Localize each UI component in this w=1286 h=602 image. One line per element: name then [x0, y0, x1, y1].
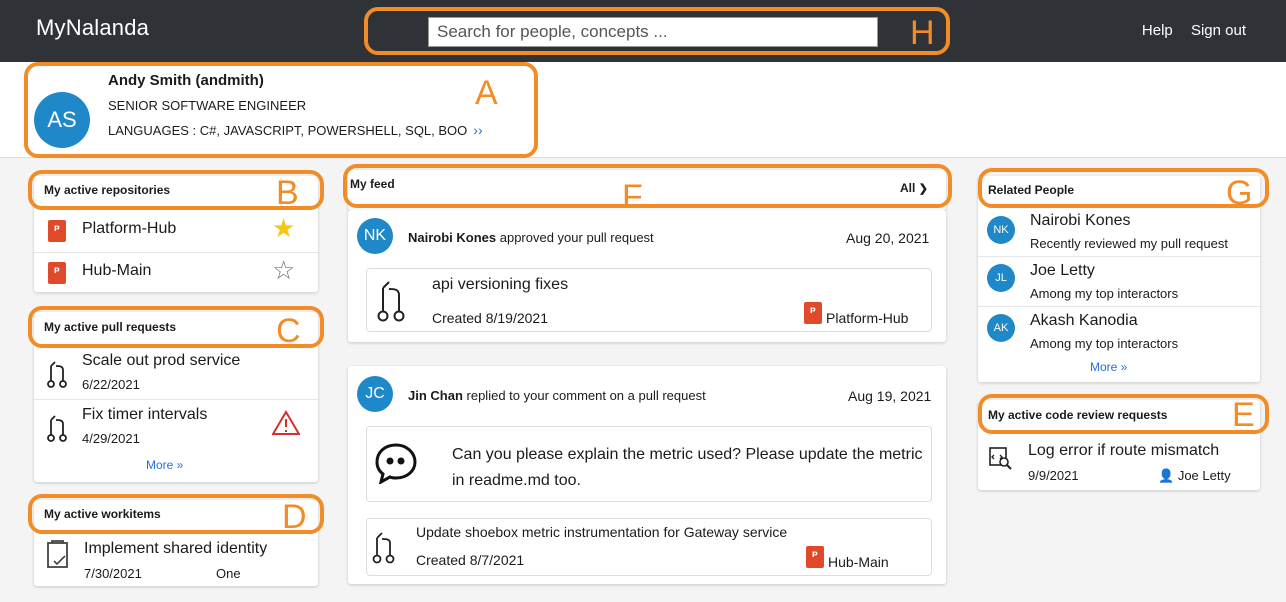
repo-icon: ᵖ: [804, 302, 822, 324]
person-name[interactable]: Joe Letty: [1030, 262, 1095, 280]
repo-icon: ᵖ: [806, 546, 824, 568]
pull-request-icon: [372, 532, 395, 564]
divider: [34, 252, 318, 253]
profile-avatar: AS: [34, 92, 90, 148]
callout-f: F: [622, 178, 643, 216]
feed-date: Aug 19, 2021: [848, 388, 932, 404]
person-reason: Recently reviewed my pull request: [1030, 236, 1228, 251]
review-title[interactable]: Log error if route mismatch: [1028, 442, 1219, 460]
person-name[interactable]: Akash Kanodia: [1030, 312, 1138, 330]
actor-name[interactable]: Nairobi Kones: [408, 230, 496, 245]
feed-heading: My feed: [350, 177, 395, 191]
feed-action: approved your pull request: [496, 230, 654, 245]
person-icon: 👤: [1158, 468, 1175, 483]
review-person[interactable]: 👤 Joe Letty: [1158, 468, 1231, 484]
pr-repo[interactable]: Platform-Hub: [826, 310, 908, 326]
pr-repo[interactable]: Hub-Main: [828, 554, 889, 570]
feed-headline: Jin Chan replied to your comment on a pu…: [408, 388, 706, 403]
pr-date: 6/22/2021: [82, 377, 140, 392]
profile-name: Andy Smith (andmith): [108, 72, 264, 89]
person-avatar: JL: [987, 264, 1015, 292]
feed-heading-highlight: [343, 164, 952, 208]
callout-b: B: [276, 174, 299, 212]
search-input[interactable]: [428, 17, 878, 47]
actor-avatar: JC: [357, 376, 393, 412]
pull-request-icon: [47, 415, 67, 442]
callout-d: D: [282, 498, 307, 536]
comment-quote-icon: [375, 443, 417, 484]
people-more-link[interactable]: More »: [1090, 360, 1127, 374]
repo-item[interactable]: Platform-Hub: [82, 220, 176, 238]
pr-title[interactable]: api versioning fixes: [432, 276, 568, 294]
review-person-name: Joe Letty: [1177, 468, 1231, 483]
comment-text: Can you please explain the metric used? …: [452, 446, 923, 489]
warning-icon: [272, 410, 300, 435]
star-filled-icon[interactable]: ★: [272, 214, 295, 244]
divider: [34, 399, 318, 400]
pull-request-icon: [47, 361, 67, 388]
callout-c: C: [276, 312, 301, 350]
reviews-heading: My active code review requests: [988, 408, 1168, 422]
feed-filter-select[interactable]: All ❯: [900, 181, 928, 195]
languages-text: LANGUAGES : C#, JAVASCRIPT, POWERSHELL, …: [108, 123, 468, 138]
search-highlight: [364, 7, 950, 55]
person-reason: Among my top interactors: [1030, 286, 1179, 301]
divider: [978, 306, 1260, 307]
workitem-icon: [47, 540, 68, 568]
top-links: Help Sign out: [1128, 22, 1246, 39]
help-link[interactable]: Help: [1142, 22, 1173, 39]
callout-a: A: [475, 74, 498, 112]
review-date: 9/9/2021: [1028, 468, 1079, 483]
top-bar: MyNalanda Help Sign out: [0, 0, 1286, 62]
workitems-heading: My active workitems: [44, 507, 161, 521]
pr-created: Created 8/19/2021: [432, 310, 548, 326]
workitem-tag: One: [216, 566, 241, 581]
person-avatar: NK: [987, 216, 1015, 244]
repos-heading: My active repositories: [44, 183, 171, 197]
person-name[interactable]: Nairobi Kones: [1030, 212, 1131, 230]
chevron-down-icon: ❯: [918, 183, 928, 195]
languages-more-icon[interactable]: ››: [473, 122, 482, 138]
signout-link[interactable]: Sign out: [1191, 22, 1246, 39]
divider: [978, 256, 1260, 257]
callout-g: G: [1226, 174, 1253, 212]
pr-title[interactable]: Fix timer intervals: [82, 406, 207, 424]
person-avatar: AK: [987, 314, 1015, 342]
callout-h: H: [910, 14, 935, 52]
repo-item[interactable]: Hub-Main: [82, 262, 151, 280]
feed-action: replied to your comment on a pull reques…: [462, 388, 706, 403]
star-outline-icon[interactable]: ☆: [272, 256, 295, 286]
code-review-icon: [989, 447, 1012, 470]
workitem-title[interactable]: Implement shared identity: [84, 540, 267, 558]
pr-title[interactable]: Scale out prod service: [82, 352, 240, 370]
profile-title: SENIOR SOFTWARE ENGINEER: [108, 98, 307, 113]
actor-name[interactable]: Jin Chan: [408, 388, 463, 403]
brand-title[interactable]: MyNalanda: [36, 15, 149, 41]
pr-title[interactable]: Update shoebox metric instrumentation fo…: [416, 524, 787, 540]
pr-created: Created 8/7/2021: [416, 552, 525, 568]
feed-headline: Nairobi Kones approved your pull request: [408, 230, 654, 245]
pull-request-icon: [377, 281, 405, 322]
repo-icon: ᵖ: [48, 220, 66, 242]
repo-icon: ᵖ: [48, 262, 66, 284]
profile-languages: LANGUAGES : C#, JAVASCRIPT, POWERSHELL, …: [108, 122, 483, 138]
prs-more-link[interactable]: More »: [146, 458, 183, 472]
feed-filter-value: All: [900, 181, 916, 195]
prs-heading: My active pull requests: [44, 320, 177, 334]
pr-date: 4/29/2021: [82, 431, 140, 446]
actor-avatar: NK: [357, 218, 393, 254]
people-heading: Related People: [988, 183, 1075, 197]
person-reason: Among my top interactors: [1030, 336, 1179, 351]
feed-date: Aug 20, 2021: [846, 230, 930, 246]
callout-e: E: [1232, 396, 1255, 434]
workitem-date: 7/30/2021: [84, 566, 142, 581]
